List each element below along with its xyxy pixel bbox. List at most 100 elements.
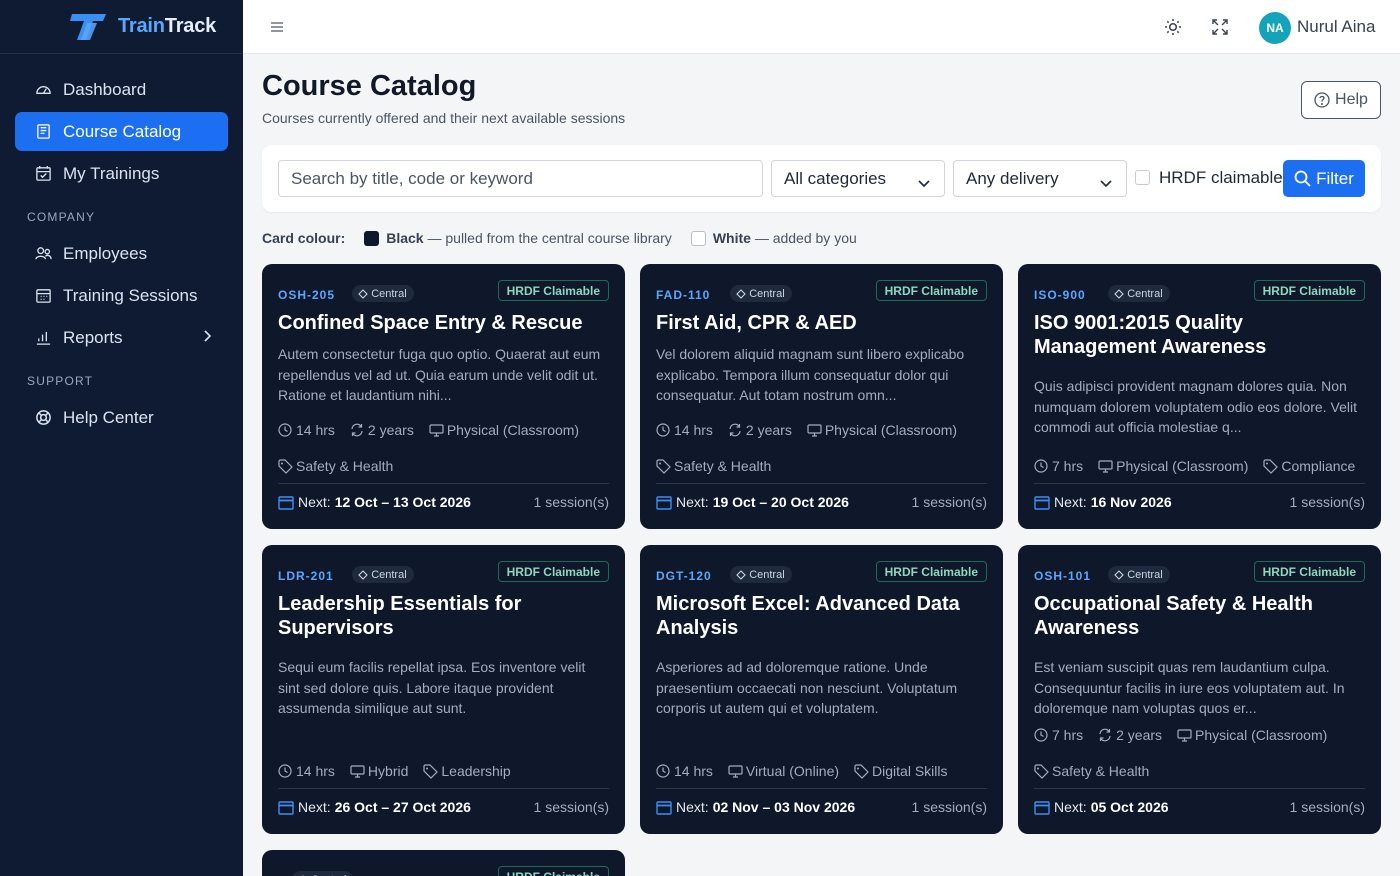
- black-swatch: [364, 230, 380, 246]
- course-title[interactable]: Microsoft Excel: Advanced Data Analysis: [656, 592, 986, 640]
- brand-name-part2: Track: [164, 15, 217, 37]
- course-card[interactable]: OSH-101 Central HRDF Claimable Occupational…: [1018, 545, 1381, 834]
- card-delivery-mode-text: Physical (Classroom): [824, 422, 958, 438]
- refresh-icon: [729, 422, 741, 437]
- card-category-text: Safety & Health: [296, 458, 394, 474]
- sidebar-item-course-catalog[interactable]: Course Catalog: [15, 112, 228, 151]
- card-delivery-mode-text: Hybrid: [367, 763, 409, 779]
- chevron-down-icon: [1100, 173, 1112, 193]
- sidebar-item-label: Dashboard: [63, 79, 147, 99]
- hrdf-badge: HRDF Claimable: [1253, 561, 1365, 582]
- card-delivery-mode-text: Physical (Classroom): [1195, 727, 1328, 743]
- monitor-icon: [807, 423, 822, 437]
- calendar-icon: [278, 800, 294, 815]
- hrdf-badge: HRDF Claimable: [497, 866, 609, 876]
- delivery-select-value: Any delivery: [966, 168, 1059, 188]
- lifebuoy-icon: [34, 409, 52, 427]
- sidebar-item-my-trainings[interactable]: My Trainings: [15, 154, 228, 193]
- course-title[interactable]: Confined Space Entry & Rescue: [278, 311, 608, 335]
- card-divider: [1034, 788, 1365, 789]
- help-button[interactable]: Help: [1301, 81, 1381, 119]
- course-code: ISO-900: [1034, 288, 1086, 302]
- menu-toggle-icon[interactable]: [270, 17, 288, 37]
- legend-white: White: [712, 230, 751, 246]
- card-duration: 14 hrs: [656, 763, 713, 779]
- session-count: 1 session(s): [533, 494, 609, 510]
- calendar-icon: [656, 800, 672, 815]
- sidebar-item-label: Employees: [63, 243, 148, 263]
- calendar-check-icon: [34, 165, 52, 183]
- course-card[interactable]: Central HRDF Claimable: [262, 850, 625, 876]
- sidebar-item-help-center[interactable]: Help Center: [15, 398, 228, 437]
- brand[interactable]: TrainTrack: [0, 0, 243, 54]
- sidebar-item-training-sessions[interactable]: Training Sessions: [15, 276, 228, 315]
- course-card[interactable]: ISO-900 Central HRDF Claimable ISO 9001:201…: [1018, 264, 1381, 529]
- next-session-label: Next:: [676, 494, 709, 510]
- source-badge: Central: [352, 285, 414, 302]
- card-validity: 2 years: [1098, 727, 1162, 743]
- hrdf-checkbox[interactable]: [1135, 170, 1150, 185]
- session-count: 1 session(s): [1289, 799, 1365, 815]
- filter-button[interactable]: Filter: [1283, 160, 1365, 197]
- next-session-label: Next:: [298, 494, 331, 510]
- card-delivery-mode: Physical (Classroom): [1098, 458, 1248, 474]
- course-title[interactable]: First Aid, CPR & AED: [656, 311, 986, 335]
- sun-icon[interactable]: [1163, 16, 1183, 38]
- course-description: Asperiores ad ad doloremque ratione. Und…: [656, 659, 958, 716]
- card-validity-text: 2 years: [367, 422, 414, 438]
- source-badge-label: Central: [749, 287, 785, 300]
- course-title[interactable]: Leadership Essentials for Supervisors: [278, 592, 608, 640]
- course-title[interactable]: Occupational Safety & Health Awareness: [1034, 592, 1364, 640]
- course-code: LDR-201: [278, 569, 334, 583]
- avatar[interactable]: NA: [1259, 12, 1291, 44]
- card-divider: [656, 788, 987, 789]
- card-validity-text: 2 years: [745, 422, 792, 438]
- course-card[interactable]: DGT-120 Central HRDF Claimable Microsoft Ex…: [640, 545, 1003, 834]
- sidebar-item-dashboard[interactable]: Dashboard: [15, 70, 228, 109]
- clock-icon: [278, 422, 292, 437]
- card-divider: [1034, 483, 1365, 484]
- card-meta-row: 14 hrs Hybrid Leadership: [278, 763, 526, 779]
- central-diamond-icon: [358, 569, 368, 580]
- category-select[interactable]: All categories: [771, 160, 945, 197]
- card-category-text: Compliance: [1281, 458, 1356, 474]
- sidebar-item-label: Course Catalog: [63, 121, 182, 141]
- sidebar-item-reports[interactable]: Reports: [15, 318, 228, 357]
- card-delivery-mode: Physical (Classroom): [429, 422, 579, 438]
- page-subtitle: Courses currently offered and their next…: [262, 110, 626, 126]
- clock-icon: [1034, 727, 1048, 742]
- category-select-value: All categories: [784, 168, 887, 188]
- card-category-text: Safety & Health: [1052, 763, 1150, 779]
- course-card[interactable]: LDR-201 Central HRDF Claimable Leadership E…: [262, 545, 625, 834]
- search-input[interactable]: [278, 160, 763, 197]
- course-title[interactable]: ISO 9001:2015 Quality Management Awarene…: [1034, 311, 1364, 359]
- bar-chart-icon: [34, 329, 52, 347]
- calendar-icon: [656, 495, 672, 510]
- card-duration-text: 7 hrs: [1052, 727, 1084, 743]
- course-card[interactable]: OSH-205 Central HRDF Claimable Confined Spa…: [262, 264, 625, 529]
- help-button-label: Help: [1335, 91, 1368, 108]
- calendar-icon: [278, 495, 294, 510]
- central-diamond-icon: [1114, 288, 1124, 299]
- traintrack-logo-icon: [70, 13, 106, 40]
- next-session-label: Next:: [1054, 799, 1087, 815]
- sidebar-item-employees[interactable]: Employees: [15, 234, 228, 273]
- card-duration: 7 hrs: [1034, 458, 1083, 474]
- hrdf-checkbox-label[interactable]: HRDF claimable: [1159, 168, 1283, 188]
- card-meta-row: Safety & Health: [1034, 763, 1164, 779]
- next-session-date: 12 Oct – 13 Oct 2026: [334, 494, 471, 510]
- source-badge: Central: [292, 871, 354, 876]
- user-name[interactable]: Nurul Aina: [1297, 17, 1375, 37]
- course-card[interactable]: FAD-110 Central HRDF Claimable First Aid, C…: [640, 264, 1003, 529]
- sidebar-nav: Dashboard Course Catalog My Trainings CO…: [0, 54, 243, 456]
- delivery-select[interactable]: Any delivery: [953, 160, 1127, 197]
- source-badge-label: Central: [371, 568, 407, 581]
- source-badge-label: Central: [1127, 287, 1163, 300]
- fullscreen-icon[interactable]: [1210, 16, 1230, 38]
- card-colour-legend: Card colour: Black — pulled from the cen…: [262, 229, 857, 247]
- central-diamond-icon: [358, 288, 368, 299]
- monitor-icon: [1098, 459, 1113, 473]
- card-validity: 2 years: [350, 422, 414, 438]
- chevron-right-icon: [202, 328, 212, 348]
- users-icon: [34, 245, 52, 263]
